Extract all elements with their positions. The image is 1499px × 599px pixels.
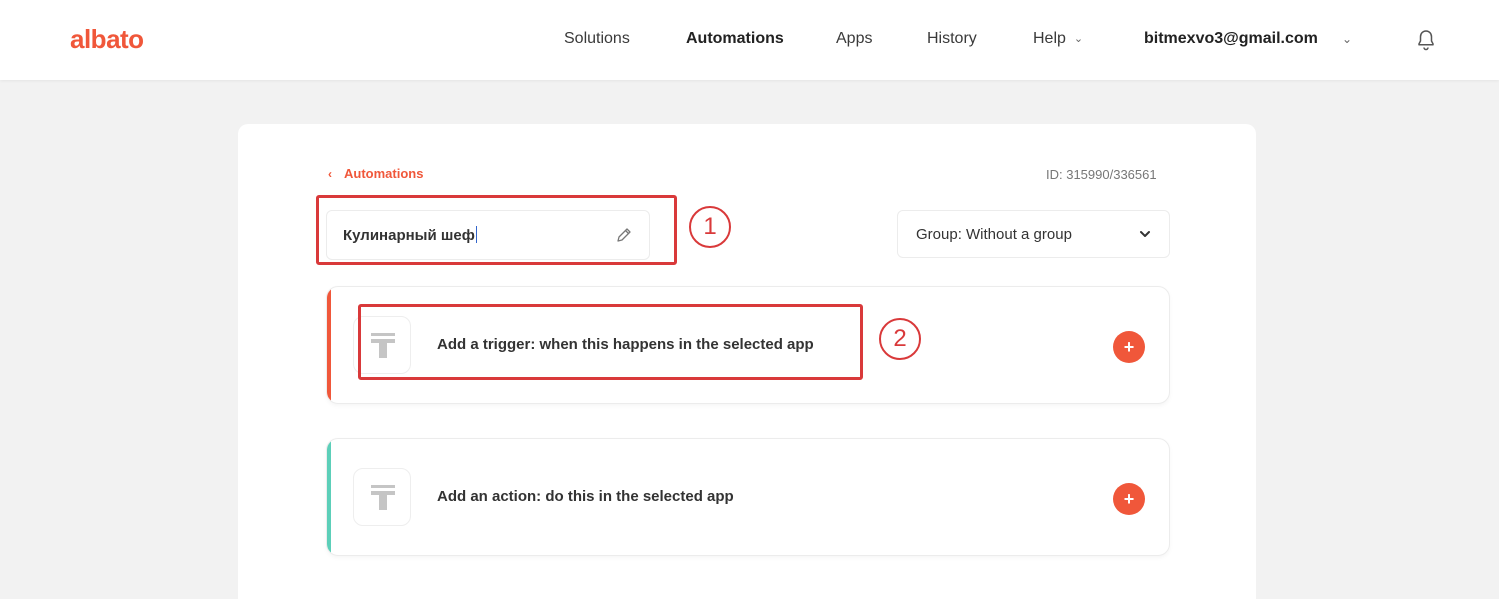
bell-icon[interactable] (1414, 28, 1438, 52)
back-to-automations-link[interactable]: ‹ Automations (328, 166, 423, 181)
trigger-accent-bar (327, 287, 331, 403)
albato-logo[interactable]: albato (70, 24, 144, 55)
annotation-marker-1: 1 (689, 206, 731, 248)
nav-history[interactable]: History (927, 30, 977, 48)
add-action-step[interactable]: Add an action: do this in the selected a… (326, 438, 1170, 556)
plus-icon[interactable]: + (1113, 483, 1145, 515)
nav-automations[interactable]: Automations (686, 30, 784, 48)
plus-icon[interactable]: + (1113, 331, 1145, 363)
group-select-label: Group: Without a group (916, 226, 1072, 243)
group-select[interactable]: Group: Without a group (897, 210, 1170, 258)
nav-help-label: Help (1033, 30, 1066, 47)
nav-apps[interactable]: Apps (836, 30, 872, 48)
nav-help[interactable]: Help ⌄ (1033, 30, 1083, 48)
action-accent-bar (327, 439, 331, 555)
annotation-box-2 (358, 304, 863, 380)
annotation-box-1 (316, 195, 677, 265)
app-placeholder-icon (371, 485, 395, 510)
user-menu[interactable]: bitmexvo3@gmail.com (1144, 30, 1318, 48)
chevron-down-icon (1140, 231, 1150, 237)
chevron-left-icon: ‹ (328, 167, 332, 181)
top-navigation-bar: albato Solutions Automations Apps Histor… (0, 0, 1499, 80)
action-step-label: Add an action: do this in the selected a… (437, 488, 734, 505)
nav-solutions[interactable]: Solutions (564, 30, 630, 48)
chevron-down-icon[interactable]: ⌄ (1342, 32, 1352, 46)
back-link-label: Automations (344, 166, 424, 181)
chevron-down-icon: ⌄ (1073, 33, 1084, 45)
app-placeholder (353, 468, 411, 526)
annotation-marker-2: 2 (879, 318, 921, 360)
automation-id: ID: 315990/336561 (1046, 167, 1157, 182)
